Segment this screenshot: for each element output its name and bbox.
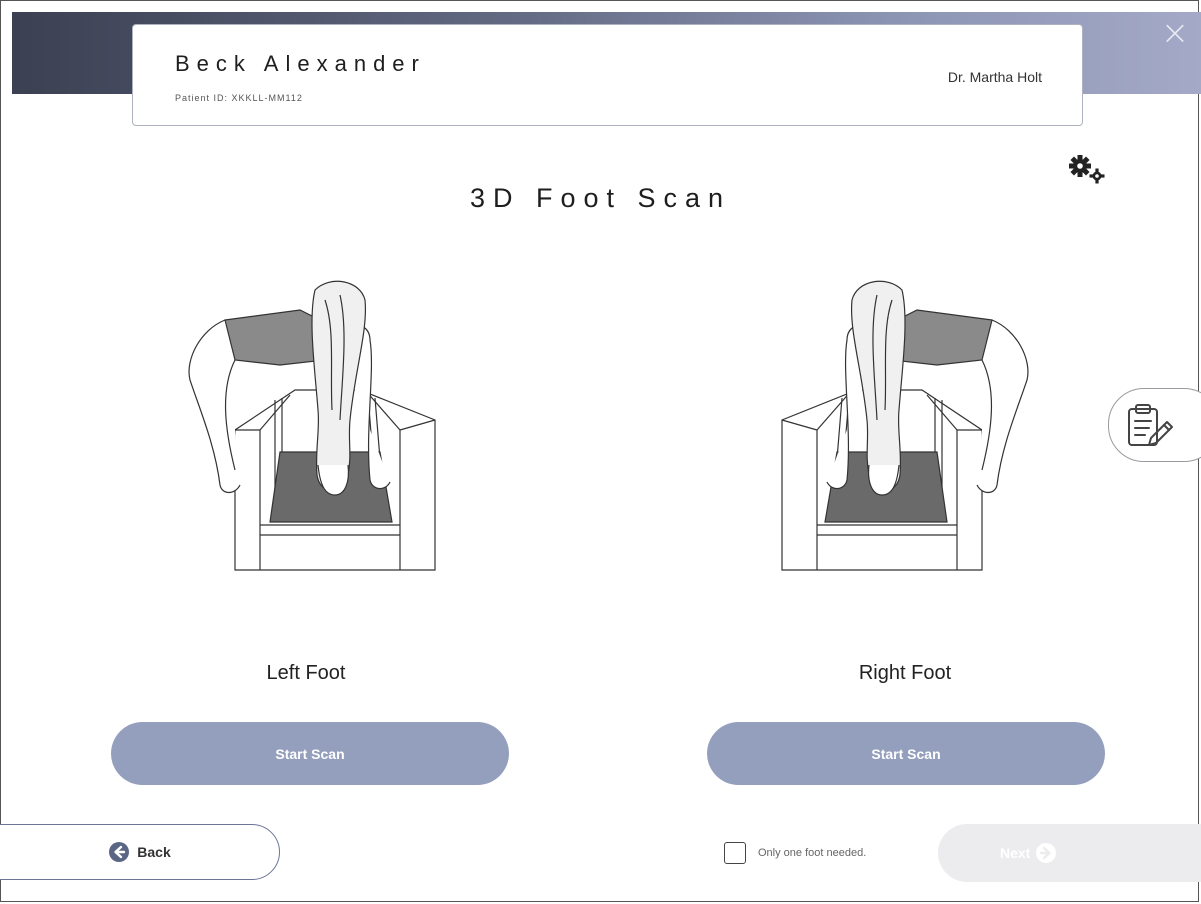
patient-name: Beck Alexander — [175, 51, 426, 76]
doctor-name: Dr. Martha Holt — [947, 69, 1042, 85]
page-title: 3D Foot Scan — [469, 183, 732, 213]
right-foot-illustration — [781, 280, 1029, 571]
only-one-foot-checkbox[interactable] — [724, 842, 746, 864]
only-one-foot-label: Only one foot needed. — [758, 847, 867, 859]
right-foot-label: Right Foot — [858, 662, 952, 684]
left-foot-illustration — [188, 280, 436, 571]
patient-id: Patient ID: XKKLL-MM112 — [175, 93, 303, 103]
back-label: Back — [137, 844, 171, 860]
arrow-right-circle-icon — [1036, 843, 1057, 863]
next-button[interactable]: Next — [938, 824, 1201, 882]
start-scan-right-button[interactable]: Start Scan — [707, 722, 1105, 785]
arrow-left-circle-icon — [109, 842, 130, 862]
clipboard-edit-icon — [1128, 404, 1173, 446]
patient-card: Beck Alexander Patient ID: XKKLL-MM112 D… — [132, 24, 1083, 126]
only-one-foot-option[interactable]: Only one foot needed. — [724, 842, 866, 864]
close-icon[interactable]: × — [1158, 16, 1192, 52]
next-label: Next — [1000, 845, 1031, 861]
left-foot-label: Left Foot — [266, 662, 346, 684]
start-scan-left-button[interactable]: Start Scan — [111, 722, 509, 785]
back-button[interactable]: Back — [0, 824, 280, 880]
notes-button[interactable] — [1108, 388, 1201, 462]
